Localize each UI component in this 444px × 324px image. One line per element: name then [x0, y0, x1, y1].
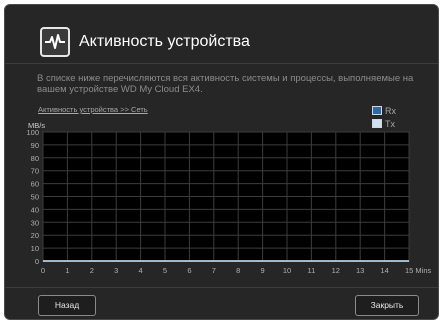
footer-divider — [5, 287, 438, 288]
x-tick-label: 6 — [187, 266, 191, 275]
x-tick-label: 0 — [41, 266, 45, 275]
x-tick-label: 11 — [308, 266, 316, 275]
x-tick-label: 12 — [332, 266, 340, 275]
y-tick-label: 40 — [31, 205, 39, 214]
x-tick-label: 2 — [90, 266, 94, 275]
x-tick-label: 3 — [114, 266, 118, 275]
x-tick-label: 4 — [139, 266, 143, 275]
x-tick-label: 15 Mins — [405, 266, 432, 275]
x-tick-label: 8 — [236, 266, 240, 275]
x-tick-label: 1 — [65, 266, 69, 275]
close-button[interactable]: Закрыть — [355, 295, 419, 316]
y-tick-label: 60 — [31, 180, 39, 189]
y-tick-label: 100 — [26, 128, 39, 137]
network-activity-chart: 01020304050607080901000 1 2 3 4 5 6 7 8 9 10 11 12 13… — [26, 128, 432, 275]
device-activity-dialog: Активность устройства В списке ниже пере… — [4, 4, 439, 320]
y-tick-label: 90 — [31, 141, 39, 150]
y-tick-label: 20 — [31, 231, 39, 240]
y-tick-label: 50 — [31, 193, 39, 202]
x-tick-label: 7 — [212, 266, 216, 275]
x-tick-label: 5 — [163, 266, 167, 275]
y-tick-label: 0 — [35, 257, 39, 266]
y-tick-label: 80 — [31, 154, 39, 163]
x-tick-label: 10 — [283, 266, 291, 275]
x-tick-label: 9 — [261, 266, 265, 275]
y-tick-label: 30 — [31, 218, 39, 227]
y-tick-label: 10 — [31, 244, 39, 253]
back-button[interactable]: Назад — [38, 295, 96, 316]
x-tick-label: 14 — [380, 266, 388, 275]
y-tick-label: 70 — [31, 167, 39, 176]
x-tick-label: 13 — [356, 266, 364, 275]
